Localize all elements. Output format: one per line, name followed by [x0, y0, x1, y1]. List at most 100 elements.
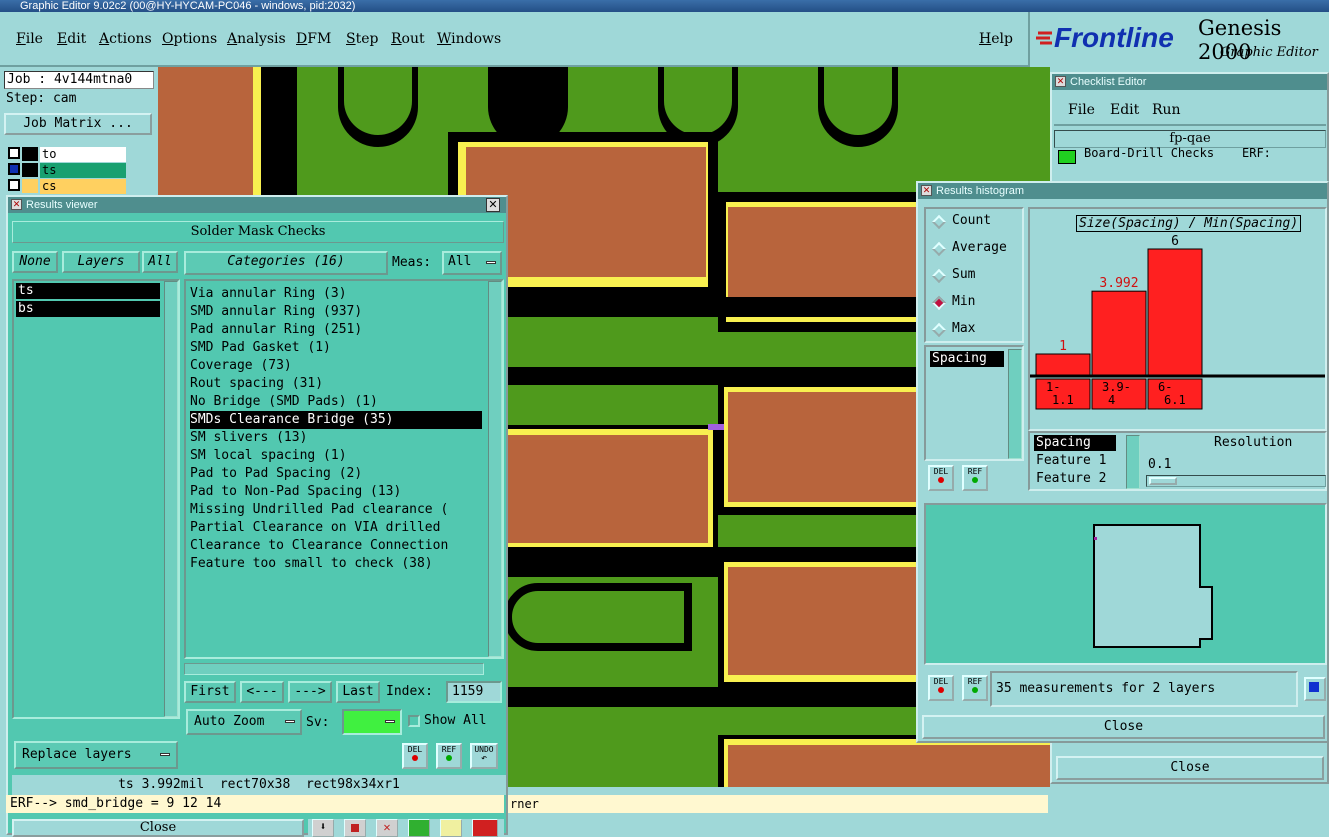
menu-dfm[interactable]: DFM [296, 31, 331, 47]
show-all-checkbox[interactable] [408, 715, 420, 727]
histogram-icon[interactable] [472, 819, 498, 837]
layer-row-to[interactable]: to [40, 147, 126, 162]
menu-windows[interactable]: Windows [437, 31, 501, 47]
radio-max-icon[interactable] [931, 322, 947, 338]
histogram-bar[interactable] [1091, 290, 1147, 376]
layers-button[interactable]: Layers [62, 251, 140, 273]
category-item[interactable]: Feature too small to check (38) [190, 555, 482, 573]
menu-rout[interactable]: Rout [391, 31, 425, 47]
close-icon[interactable]: ✕ [11, 199, 22, 210]
cross-icon[interactable]: ✕ [376, 819, 398, 837]
category-item[interactable]: SMD annular Ring (937) [190, 303, 482, 321]
chart-export-icon[interactable] [1304, 677, 1326, 701]
category-item[interactable]: SM local spacing (1) [190, 447, 482, 465]
sv-dropdown[interactable] [342, 709, 402, 735]
histogram-close-button[interactable]: Close [922, 715, 1325, 739]
category-item[interactable]: Rout spacing (31) [190, 375, 482, 393]
menu-actions[interactable]: Actions [99, 31, 152, 47]
menu-analysis[interactable]: Analysis [227, 31, 286, 47]
layer-row-ts[interactable]: ts [40, 163, 126, 178]
category-item[interactable]: SMD Pad Gasket (1) [190, 339, 482, 357]
categories-scrollbar[interactable] [488, 281, 502, 657]
replace-layers-dropdown[interactable]: Replace layers [14, 741, 178, 769]
prev-button[interactable]: <--- [240, 681, 284, 703]
index-input[interactable]: 1159 [446, 681, 502, 703]
layer-row-cs[interactable]: cs [40, 179, 126, 194]
del-icon[interactable]: DEL [928, 465, 954, 491]
checklist-row-label[interactable]: Board-Drill Checks [1084, 146, 1214, 160]
histogram-bar[interactable] [1035, 353, 1091, 376]
mode-count[interactable]: Count [952, 213, 991, 228]
histogram-bar[interactable] [1147, 248, 1203, 376]
auto-zoom-label: Auto Zoom [194, 714, 265, 729]
category-item[interactable]: Missing Undrilled Pad clearance ( [190, 501, 482, 519]
auto-zoom-dropdown[interactable]: Auto Zoom [186, 709, 302, 735]
category-item[interactable]: Pad annular Ring (251) [190, 321, 482, 339]
category-item[interactable]: Partial Clearance on VIA drilled [190, 519, 482, 537]
last-button[interactable]: Last [336, 681, 380, 703]
results-close-button[interactable]: Close [12, 819, 304, 837]
report-icon[interactable] [440, 819, 462, 837]
first-button[interactable]: First [184, 681, 236, 703]
slider-thumb[interactable] [1149, 477, 1177, 485]
category-item[interactable]: Clearance to Clearance Connection [190, 537, 482, 555]
resolution-slider[interactable] [1146, 475, 1326, 487]
ref-icon[interactable]: REF [962, 465, 988, 491]
layer-item-ts[interactable]: ts [16, 283, 160, 299]
checklist-close-button[interactable]: Close [1056, 756, 1324, 780]
checklist-menu-edit[interactable]: Edit [1110, 102, 1139, 118]
checklist-menu-run[interactable]: Run [1152, 102, 1181, 118]
checklist-menu-file[interactable]: File [1068, 102, 1095, 118]
menu-edit[interactable]: Edit [57, 31, 86, 47]
sort-item-feature2[interactable]: Feature 2 [1034, 471, 1106, 487]
undo-icon[interactable]: UNDO ↶ [470, 743, 498, 769]
sort-item-feature1[interactable]: Feature 1 [1034, 453, 1106, 469]
field-list-scrollbar[interactable] [1008, 349, 1022, 459]
category-item[interactable]: Coverage (73) [190, 357, 482, 375]
ref-icon[interactable]: REF [436, 743, 462, 769]
layer-item-bs[interactable]: bs [16, 301, 160, 317]
radio-count-icon[interactable] [931, 214, 947, 230]
category-item[interactable]: Pad to Pad Spacing (2) [190, 465, 482, 483]
mode-sum[interactable]: Sum [952, 267, 975, 282]
radio-average-icon[interactable] [931, 241, 947, 257]
del-icon[interactable]: DEL [402, 743, 428, 769]
mode-min[interactable]: Min [952, 294, 975, 309]
radio-min-icon[interactable] [931, 295, 947, 311]
field-item-spacing[interactable]: Spacing [930, 351, 1004, 367]
close-icon[interactable]: ✕ [921, 185, 932, 196]
menu-help[interactable]: Help [979, 31, 1013, 47]
categories-hscrollbar[interactable] [184, 663, 484, 675]
number-icon[interactable] [408, 819, 430, 837]
close-icon[interactable]: ✕ [1055, 76, 1066, 87]
none-button[interactable]: None [12, 251, 58, 273]
menu-options[interactable]: Options [162, 31, 217, 47]
layer-list-scrollbar[interactable] [164, 281, 178, 717]
layer-checkbox-cs[interactable] [8, 179, 20, 191]
job-matrix-button[interactable]: Job Matrix ... [4, 113, 152, 135]
sort-item-spacing[interactable]: Spacing [1034, 435, 1116, 451]
all-button[interactable]: All [142, 251, 178, 273]
ref-icon[interactable]: REF [962, 675, 988, 701]
del-icon[interactable]: DEL [928, 675, 954, 701]
histogram-preview[interactable] [924, 503, 1327, 665]
sort-list-scrollbar[interactable] [1126, 435, 1140, 489]
categories-button[interactable]: Categories (16) [184, 251, 388, 275]
menu-file[interactable]: File [16, 31, 43, 47]
category-item[interactable]: Pad to Non-Pad Spacing (13) [190, 483, 482, 501]
flag-icon[interactable] [344, 819, 366, 837]
radio-sum-icon[interactable] [931, 268, 947, 284]
download-icon[interactable]: ⬇ [312, 819, 334, 837]
category-item[interactable]: No Bridge (SMD Pads) (1) [190, 393, 482, 411]
layer-checkbox-ts[interactable] [8, 163, 20, 175]
meas-dropdown[interactable]: All [442, 251, 502, 275]
mode-average[interactable]: Average [952, 240, 1007, 255]
mode-max[interactable]: Max [952, 321, 975, 336]
category-item[interactable]: SMDs Clearance Bridge (35) [190, 411, 482, 429]
category-item[interactable]: SM slivers (13) [190, 429, 482, 447]
layer-checkbox-to[interactable] [8, 147, 20, 159]
dismiss-icon[interactable]: ✕ [486, 198, 500, 212]
category-item[interactable]: Via annular Ring (3) [190, 285, 482, 303]
menu-step[interactable]: Step [346, 31, 378, 47]
next-button[interactable]: ---> [288, 681, 332, 703]
